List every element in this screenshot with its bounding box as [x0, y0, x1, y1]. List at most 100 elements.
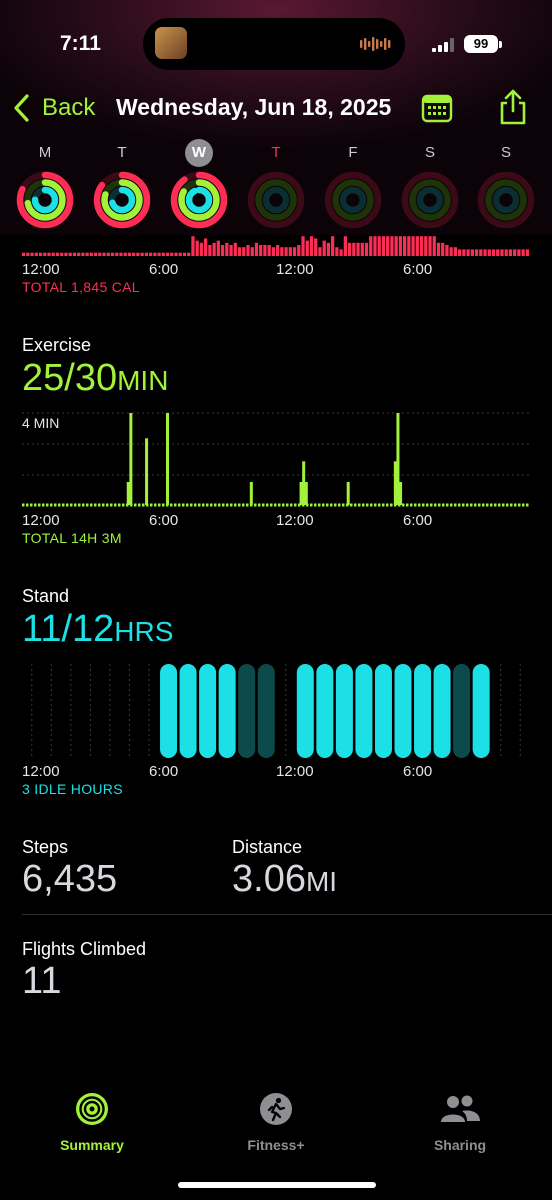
move-bar	[301, 236, 305, 256]
chevron-left-icon[interactable]	[12, 93, 32, 123]
tab-fitness-plus[interactable]: Fitness+	[216, 1092, 336, 1153]
ring-track-2	[262, 186, 290, 214]
now-playing-artwork[interactable]	[155, 27, 187, 59]
move-bar	[199, 242, 204, 256]
move-chart	[22, 236, 529, 256]
exercise-bar	[166, 413, 170, 505]
move-bar	[216, 240, 220, 256]
activity-rings-day-0[interactable]	[16, 171, 74, 229]
exercise-bar	[249, 482, 253, 505]
move-bar	[98, 252, 102, 256]
stand-unit: HRS	[114, 616, 174, 647]
move-bar	[212, 242, 216, 256]
distance-label: Distance	[232, 837, 303, 857]
move-bar	[38, 252, 43, 256]
move-bar	[415, 236, 419, 256]
calendar-icon[interactable]	[421, 92, 453, 124]
stand-x-label-3: 12:00	[276, 763, 314, 780]
move-bar	[89, 252, 93, 256]
move-bar	[102, 252, 106, 256]
move-bar	[280, 247, 284, 256]
stand-hour-bar	[316, 664, 334, 758]
move-bar	[208, 245, 212, 256]
move-bar	[178, 252, 182, 256]
activity-rings-day-1[interactable]	[93, 171, 151, 229]
move-bar	[398, 236, 402, 256]
move-bar	[263, 245, 267, 256]
move-bar	[462, 249, 466, 256]
activity-rings-day-2[interactable]	[170, 171, 228, 229]
move-bar	[153, 252, 157, 256]
move-bar	[182, 252, 187, 256]
move-bar	[474, 249, 479, 256]
move-bar	[491, 249, 496, 256]
exercise-bar	[304, 482, 308, 505]
move-bar	[360, 242, 364, 256]
exercise-bar	[126, 482, 130, 505]
exercise-bar	[302, 461, 306, 505]
move-bar	[364, 242, 369, 256]
tab-summary[interactable]: Summary	[32, 1092, 152, 1153]
move-bar	[352, 242, 356, 256]
move-bar	[195, 240, 199, 256]
home-indicator[interactable]	[178, 1182, 376, 1188]
tab-sharing[interactable]: Sharing	[400, 1092, 520, 1153]
exercise-bar	[396, 413, 400, 505]
move-bar	[64, 252, 68, 256]
stand-idle-bar	[257, 664, 275, 758]
move-bar	[140, 252, 144, 256]
move-bar	[161, 252, 165, 256]
move-bar	[500, 249, 504, 256]
move-bar	[377, 236, 381, 256]
move-bar	[470, 249, 474, 256]
activity-rings-day-4[interactable]	[324, 171, 382, 229]
back-button[interactable]: Back	[42, 94, 95, 122]
move-bar	[373, 236, 377, 256]
audio-waveform-icon	[360, 37, 391, 51]
exercise-total: TOTAL 14H 3M	[22, 530, 122, 546]
move-bar	[449, 247, 453, 256]
move-bar	[458, 249, 462, 256]
move-bar	[68, 252, 72, 256]
move-bar	[242, 247, 246, 256]
exercise-unit: MIN	[117, 365, 169, 396]
exercise-bar	[145, 438, 149, 505]
move-bar	[136, 252, 140, 256]
stand-hour-bar	[472, 664, 490, 758]
exercise-chart	[22, 412, 530, 507]
exercise-title: Exercise	[22, 335, 92, 355]
ring-track-2	[492, 186, 520, 214]
stand-hour-bar	[160, 664, 178, 758]
stand-title: Stand	[22, 586, 70, 606]
activity-rings-day-3[interactable]	[247, 171, 305, 229]
exercise-x-label-2: 6:00	[149, 512, 179, 529]
move-bar	[424, 236, 428, 256]
move-bar	[165, 252, 170, 256]
move-bar	[174, 252, 178, 256]
stand-idle-hours: 3 IDLE HOURS	[22, 781, 123, 797]
move-bar	[314, 238, 318, 256]
share-icon[interactable]	[497, 88, 529, 126]
move-bar	[403, 236, 407, 256]
move-bar	[259, 245, 263, 256]
move-bar	[132, 252, 136, 256]
move-bar	[496, 249, 500, 256]
day-letter-1: T	[117, 144, 127, 161]
stand-hour-bar	[355, 664, 373, 758]
activity-rings-day-6[interactable]	[477, 171, 535, 229]
move-bar	[394, 236, 398, 256]
stand-hour-bar	[335, 664, 353, 758]
exercise-bar	[399, 482, 403, 505]
move-bar	[30, 252, 34, 256]
stand-hour-bar	[414, 664, 432, 758]
move-bar	[318, 247, 322, 256]
exercise-x-label-1: 12:00	[22, 512, 60, 529]
metrics-divider	[22, 914, 552, 915]
stand-hour-bar	[433, 664, 451, 758]
move-bar	[254, 242, 259, 256]
activity-rings-day-5[interactable]	[401, 171, 459, 229]
stand-chart	[31, 664, 521, 758]
stand-idle-bar	[453, 664, 471, 758]
move-x-label-1: 12:00	[22, 261, 60, 278]
move-bar	[441, 242, 445, 256]
